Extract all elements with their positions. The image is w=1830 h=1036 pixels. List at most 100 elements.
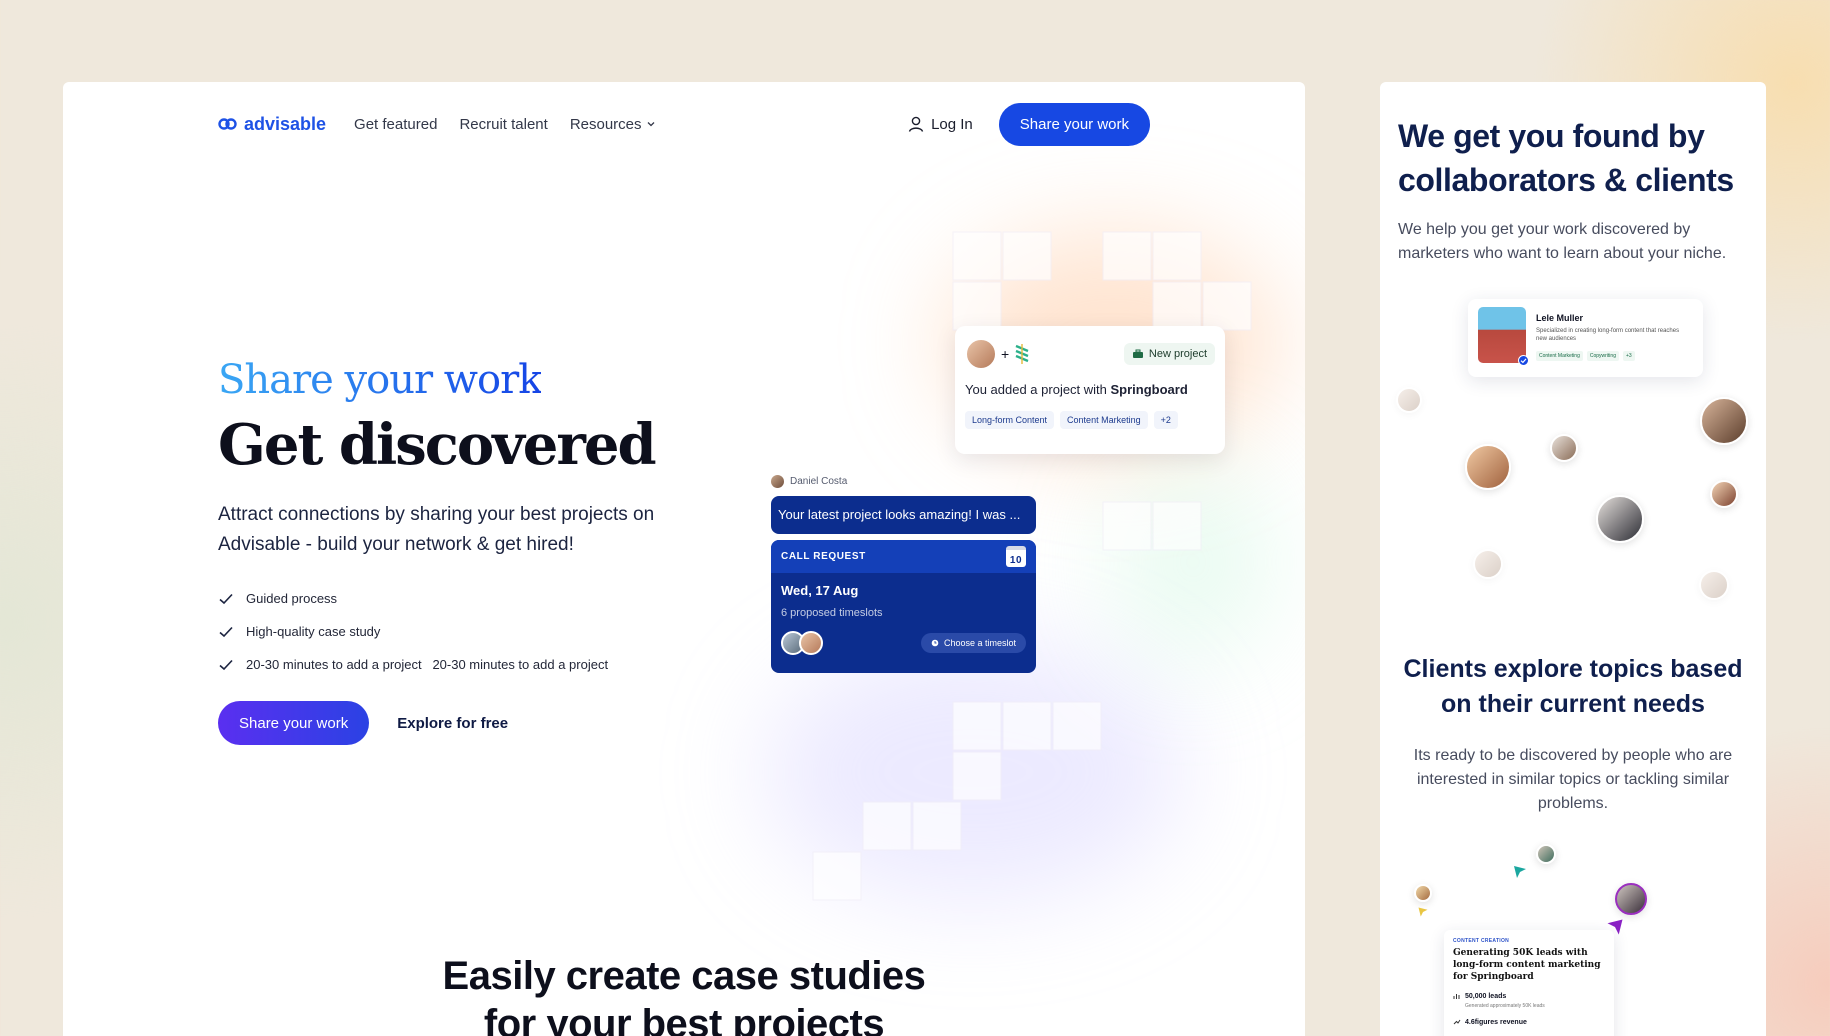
trend-icon (1453, 1019, 1461, 1025)
avatar (1536, 844, 1556, 864)
avatar (1414, 884, 1432, 902)
nav-share-work-button[interactable]: Share your work (998, 102, 1150, 146)
tag: Content Marketing (1536, 351, 1583, 361)
case-stat-2-value: 4.6figures revenue (1465, 1018, 1527, 1026)
cursor-pointer-icon (1418, 907, 1428, 917)
section-title: Easily create case studies for your best… (442, 954, 926, 1036)
hero-cta-row: Share your work Explore for free (218, 701, 508, 745)
logo[interactable]: advisable (218, 114, 326, 135)
profile-card: Lele Muller Specialized in creating long… (1468, 299, 1703, 377)
call-request-heading: CALL REQUEST (781, 551, 866, 562)
user-icon (908, 116, 924, 132)
chat-sender-name: Daniel Costa (790, 476, 848, 487)
springboard-logo-icon (1015, 344, 1029, 364)
avatar (1465, 444, 1511, 490)
feature-checklist: Guided process High-quality case study 2… (218, 582, 608, 681)
avatar (965, 338, 997, 370)
login-label: Log In (931, 115, 973, 133)
tag: Long-form Content (965, 411, 1055, 429)
check-label: Guided process (246, 591, 338, 606)
check-item: High-quality case study (218, 615, 608, 648)
side-description: We help you get your work discovered by … (1398, 221, 1727, 262)
check-icon (219, 593, 233, 604)
nav-link-resources-label: Resources (569, 115, 642, 133)
avatar (1710, 480, 1738, 508)
hero-description: Attract connections by sharing your best… (218, 504, 655, 555)
calendar-icon: 10 (1006, 546, 1026, 567)
avatar (1596, 495, 1644, 543)
avatar (1473, 549, 1503, 579)
main-card: advisable Get featured Recruit talent Re… (63, 82, 1305, 1036)
hero-kicker: Share your work (218, 357, 542, 403)
case-stat-sub: Generated approximately 50K leads (1465, 1003, 1545, 1009)
avatar (1615, 883, 1647, 915)
nav-link-recruit-talent[interactable]: Recruit talent (459, 116, 547, 133)
top-nav: advisable Get featured Recruit talent Re… (218, 102, 1150, 146)
side-title: We get you found by collaborators & clie… (1398, 118, 1734, 198)
project-tags: Long-form Content Content Marketing +2 (965, 411, 1215, 429)
project-company: Springboard (1110, 382, 1188, 397)
case-title: Generating 50K leads with long-form cont… (1453, 948, 1601, 982)
decor-glow-purple (763, 642, 1183, 902)
avatar (771, 475, 784, 488)
plus-icon: + (1001, 346, 1010, 362)
avatar (1550, 434, 1578, 462)
case-stat: 50,000 leads (1453, 992, 1605, 1000)
tag: +3 (1622, 351, 1635, 361)
tag: +2 (1153, 411, 1178, 429)
verified-icon (1518, 355, 1529, 366)
tag: Copywriting (1586, 351, 1619, 361)
chat-sender: Daniel Costa (771, 475, 847, 488)
chevron-down-icon (647, 122, 654, 127)
call-request-header: CALL REQUEST 10 (771, 540, 1036, 573)
call-date: Wed, 17 Aug (781, 583, 859, 598)
call-request-card: CALL REQUEST 10 Wed, 17 Aug 6 proposed t… (771, 540, 1036, 673)
call-avatars (781, 631, 823, 655)
hero-title: Get discovered (218, 412, 657, 478)
choose-timeslot-label: Choose a timeslot (943, 638, 1016, 648)
call-subtitle: 6 proposed timeslots (781, 607, 883, 619)
avatar (799, 631, 823, 655)
profile-name: Lele Muller (1536, 313, 1584, 323)
call-footer: Choose a timeslot (781, 631, 1026, 655)
case-kicker: CONTENT CREATION (1453, 938, 1510, 944)
check-label: 20-30 minutes to add a project 20-30 min… (246, 657, 609, 672)
avatar (1396, 387, 1422, 413)
project-avatars: + (965, 338, 1031, 370)
check-label: High-quality case study (246, 624, 381, 639)
hero-share-work-button[interactable]: Share your work (218, 701, 370, 745)
case-study-card[interactable]: CONTENT CREATION Generating 50K leads wi… (1444, 930, 1614, 1036)
check-icon (219, 659, 233, 670)
new-project-label: New project (1148, 348, 1207, 360)
advisable-logo-icon (218, 118, 237, 130)
side-paragraph: Its ready to be discovered by people who… (1413, 747, 1733, 812)
clock-icon (931, 639, 939, 647)
chat-message: Your latest project looks amazing! I was… (771, 496, 1036, 534)
side-heading-2: Clients explore topics based on their cu… (1403, 655, 1743, 718)
case-stat-2: 4.6figures revenue (1453, 1018, 1605, 1026)
project-text-prefix: You added a project with (965, 382, 1111, 397)
nav-link-get-featured[interactable]: Get featured (354, 116, 437, 133)
cursor-pointer-icon (1514, 866, 1526, 878)
avatar (1700, 397, 1748, 445)
new-project-badge: New project (1123, 343, 1215, 365)
project-card-header: + New project (965, 338, 1215, 370)
profile-tags: Content Marketing Copywriting +3 (1536, 351, 1635, 361)
project-card-text: You added a project with Springboard (965, 382, 1215, 397)
logo-text: advisable (244, 113, 327, 134)
avatar (1699, 570, 1729, 600)
bar-chart-icon (1453, 994, 1460, 999)
decor-glow-green (1113, 462, 1273, 662)
explore-link[interactable]: Explore for free (397, 715, 508, 732)
tag: Content Marketing (1060, 411, 1148, 429)
nav-link-resources[interactable]: Resources (570, 116, 656, 133)
check-item: Guided process (218, 582, 608, 615)
side-card: We get you found by collaborators & clie… (1380, 82, 1766, 1036)
calendar-day: 10 (1009, 555, 1023, 566)
check-item: 20-30 minutes to add a project 20-30 min… (218, 648, 608, 681)
check-icon (219, 626, 233, 637)
choose-timeslot-button[interactable]: Choose a timeslot (920, 633, 1026, 653)
case-stat-value: 50,000 leads (1465, 992, 1507, 1000)
login-link[interactable]: Log In (907, 115, 973, 133)
profile-bio: Specialized in creating long-form conten… (1536, 328, 1680, 342)
